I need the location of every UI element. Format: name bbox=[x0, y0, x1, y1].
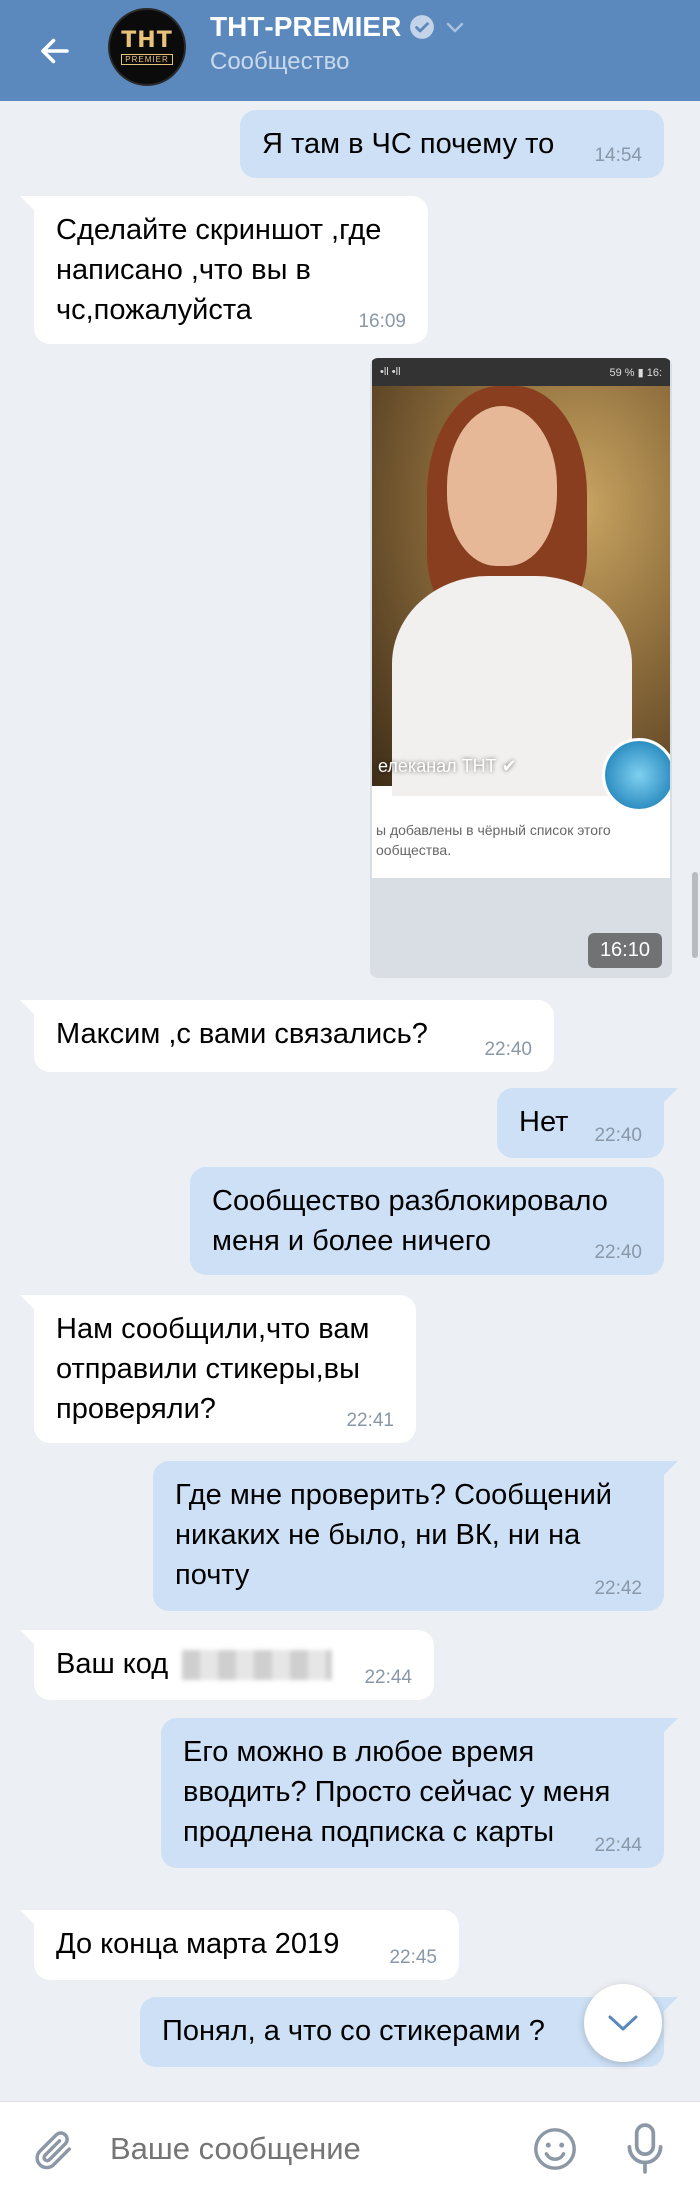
mic-icon[interactable] bbox=[624, 2122, 666, 2176]
status-left-text: •ll •ll bbox=[380, 366, 401, 378]
screenshot-photo: елеканал ТНТ ✔ bbox=[372, 386, 670, 812]
message-outgoing[interactable]: Сообщество разблокировало меня и более н… bbox=[190, 1167, 664, 1275]
screenshot-status-bar: •ll •ll 59 % ▮ 16: bbox=[372, 358, 670, 386]
message-time: 22:40 bbox=[484, 1039, 532, 1060]
message-text: Понял, а что со стикерами ? bbox=[162, 2015, 545, 2047]
message-text: Я там в ЧС почему то bbox=[262, 128, 555, 160]
chat-title: ТНТ-PREMIER bbox=[210, 11, 402, 42]
screenshot-channel-name: елеканал ТНТ ✔ bbox=[378, 756, 517, 776]
message-time: 16:10 bbox=[587, 933, 662, 968]
message-text: Сообщество разблокировало меня и более н… bbox=[212, 1185, 608, 1257]
message-text: Сделайте скриншот ,где написано ,что вы … bbox=[56, 214, 382, 326]
community-avatar[interactable]: ТНТ PREMIER bbox=[108, 8, 186, 86]
emoji-icon[interactable] bbox=[532, 2126, 578, 2172]
message-incoming[interactable]: Сделайте скриншот ,где написано ,что вы … bbox=[34, 196, 428, 344]
message-time: 22:44 bbox=[364, 1667, 412, 1688]
message-outgoing[interactable]: Его можно в любое время вводить? Просто … bbox=[161, 1718, 664, 1868]
message-incoming[interactable]: До конца марта 2019 22:45 bbox=[34, 1910, 459, 1980]
message-time: 22:42 bbox=[594, 1578, 642, 1599]
message-time: 22:44 bbox=[594, 1835, 642, 1856]
message-outgoing[interactable]: Где мне проверить? Сообщений никаких не … bbox=[153, 1461, 664, 1611]
back-arrow-icon bbox=[41, 38, 69, 63]
message-text: Где мне проверить? Сообщений никаких не … bbox=[175, 1479, 612, 1591]
photo-message[interactable]: •ll •ll 59 % ▮ 16: елеканал ТНТ ✔ ы доба… bbox=[370, 358, 672, 978]
back-button[interactable] bbox=[0, 0, 110, 101]
scroll-down-icon bbox=[608, 2015, 638, 2031]
message-time: 16:09 bbox=[358, 311, 406, 332]
chevron-down-icon bbox=[447, 22, 464, 33]
tnt-logo-icon bbox=[602, 738, 670, 812]
message-time: 22:40 bbox=[594, 1125, 642, 1146]
avatar-logo-subtext: PREMIER bbox=[121, 53, 173, 65]
chat-title-block[interactable]: ТНТ-PREMIER Сообщество bbox=[210, 10, 465, 78]
portrait-face bbox=[447, 406, 557, 566]
message-text: Максим ,с вами связались? bbox=[56, 1018, 428, 1050]
message-text: Его можно в любое время вводить? Просто … bbox=[183, 1736, 611, 1848]
attach-icon[interactable] bbox=[30, 2127, 76, 2173]
message-outgoing[interactable]: Нет 22:40 bbox=[497, 1088, 664, 1158]
message-incoming[interactable]: Максим ,с вами связались? 22:40 bbox=[34, 1000, 554, 1072]
scroll-down-button[interactable] bbox=[584, 1984, 662, 2062]
message-incoming[interactable]: Ваш код 22:44 bbox=[34, 1630, 434, 1700]
avatar-logo-text: ТНТ bbox=[121, 27, 173, 53]
message-composer bbox=[0, 2101, 700, 2195]
scrollbar[interactable] bbox=[692, 872, 698, 958]
message-outgoing[interactable]: Я там в ЧС почему то 14:54 bbox=[240, 110, 664, 178]
message-text: Ваш код bbox=[56, 1648, 169, 1680]
chat-subtitle: Сообщество bbox=[210, 48, 350, 75]
message-time: 22:40 bbox=[594, 1242, 642, 1263]
message-time: 22:41 bbox=[346, 1410, 394, 1431]
verified-icon bbox=[410, 15, 435, 39]
message-text: До конца марта 2019 bbox=[56, 1928, 340, 1960]
message-time: 22:45 bbox=[389, 1947, 437, 1968]
message-incoming[interactable]: Нам сообщили,что вам отправили стикеры,в… bbox=[34, 1295, 416, 1443]
screenshot-image[interactable]: •ll •ll 59 % ▮ 16: елеканал ТНТ ✔ ы доба… bbox=[372, 358, 670, 878]
message-text: Нет bbox=[519, 1106, 569, 1138]
message-input[interactable] bbox=[110, 2122, 510, 2176]
screenshot-caption: ы добавлены в чёрный список этого ообщес… bbox=[376, 822, 611, 858]
message-text: Нам сообщили,что вам отправили стикеры,в… bbox=[56, 1313, 370, 1425]
message-time: 14:54 bbox=[594, 145, 642, 166]
chat-header: ТНТ PREMIER ТНТ-PREMIER Сообщество bbox=[0, 0, 700, 101]
status-right-text: 59 % ▮ 16: bbox=[609, 366, 662, 379]
redacted-code bbox=[182, 1650, 333, 1681]
